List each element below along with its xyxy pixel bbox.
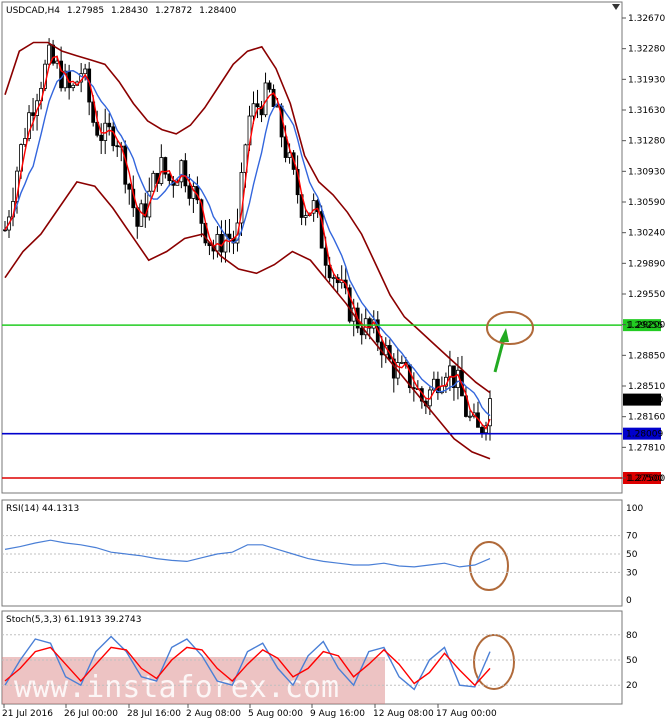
price-tick-label: 1.30590 <box>628 198 665 208</box>
price-tick-label: 1.31280 <box>628 137 665 147</box>
time-tick-label: 26 Jul 00:00 <box>64 709 118 719</box>
time-axis: 21 Jul 2016 26 Jul 00:00 28 Jul 16:00 2 Aug… <box>2 704 497 719</box>
price-tick-label: 1.28510 <box>628 382 665 392</box>
candle-body <box>303 215 308 218</box>
price-tick-label: 1.27810 <box>628 443 665 453</box>
candle-body <box>115 145 120 148</box>
time-tick-label: 17 Aug 00:00 <box>436 709 497 719</box>
price-tick-label: 1.32670 <box>628 14 665 24</box>
candle-body <box>251 103 256 117</box>
time-tick-label: 2 Aug 08:00 <box>186 709 241 719</box>
candle-body <box>271 88 276 107</box>
candle-body <box>111 126 116 147</box>
rsi-tick-label: 70 <box>626 532 638 542</box>
candle-body <box>448 365 452 378</box>
close-value: 1.28400 <box>199 6 236 16</box>
candle-body <box>127 183 132 190</box>
candle-body <box>47 44 51 65</box>
price-panel <box>1 1 623 494</box>
high-value: 1.28430 <box>111 6 148 16</box>
time-tick-label: 12 Aug 08:00 <box>373 709 434 719</box>
candle-body <box>399 361 404 364</box>
candle-body <box>215 234 220 252</box>
rsi-panel <box>1 499 623 607</box>
watermark-text: www.instaforex.com <box>14 670 339 705</box>
candle-body <box>167 173 172 182</box>
open-value: 1.27985 <box>67 6 104 16</box>
candle-body <box>331 277 336 280</box>
time-tick-label: 9 Aug 16:00 <box>310 709 365 719</box>
price-tick-label: 1.32280 <box>628 45 665 55</box>
candle-body <box>135 207 140 227</box>
candle-body <box>107 122 112 128</box>
rsi-tick-label: 100 <box>626 504 643 514</box>
rsi-tick-label: 0 <box>626 596 632 606</box>
price-tick-label: 1.30240 <box>628 229 665 239</box>
price-tick-label: 1.28160 <box>628 413 665 423</box>
price-tick-label: 1.28850 <box>628 351 665 361</box>
price-tick-label: 1.30930 <box>628 167 665 177</box>
candle-body <box>151 172 156 192</box>
stoch-tick-label: 20 <box>626 681 638 691</box>
time-tick-label: 28 Jul 16:00 <box>127 709 181 719</box>
time-tick-label: 21 Jul 2016 <box>2 709 53 719</box>
price-tick-label: 1.27500 <box>628 474 665 484</box>
rsi-axis: 100 70 50 30 0 <box>626 504 643 606</box>
candle-body <box>267 82 272 90</box>
price-tick-label: 1.29550 <box>628 290 665 300</box>
candle-body <box>139 203 144 227</box>
candle-body <box>480 426 484 434</box>
stoch-tick-label: 80 <box>626 631 638 641</box>
candle-body <box>183 160 188 187</box>
rsi-label: RSI(14) 44.1313 <box>6 504 79 514</box>
rsi-tick-label: 30 <box>626 568 638 578</box>
candle-body <box>255 103 260 108</box>
chart-canvas: www.instaforex.com USDCAD,H4 1.27985 1.2… <box>1 1 665 719</box>
candle-body <box>31 112 35 116</box>
level-label-current: 1.28400 <box>626 396 663 406</box>
level-label-support: 1.28009 <box>626 430 663 440</box>
stoch-tick-label: 50 <box>626 656 638 666</box>
candle-body <box>99 134 104 141</box>
price-tick-label: 1.31630 <box>628 106 665 116</box>
price-axis: 1.32670 1.32280 1.31930 1.31630 1.31280 1.309… <box>622 14 665 484</box>
candle-body <box>468 415 472 418</box>
time-tick-label: 5 Aug 00:00 <box>248 709 303 719</box>
candle-body <box>159 157 164 184</box>
price-tick-label: 1.29890 <box>628 259 665 269</box>
svg-text:USDCAD,H4 1.27985 1.28: USDCAD,H4 1.27985 1.28430 1.27872 1.2840… <box>6 6 237 16</box>
symbol-label: USDCAD,H4 <box>6 6 60 16</box>
stoch-axis: 80 50 20 <box>626 631 638 691</box>
rsi-tick-label: 50 <box>626 550 638 560</box>
candle-body <box>187 185 192 199</box>
candle-body <box>83 68 88 75</box>
low-value: 1.27872 <box>155 6 192 16</box>
price-tick-label: 1.29200 <box>628 321 665 331</box>
candle-body <box>71 84 76 89</box>
stoch-label: Stoch(5,3,3) 61.1913 39.2743 <box>6 615 141 625</box>
price-tick-label: 1.31930 <box>628 75 665 85</box>
